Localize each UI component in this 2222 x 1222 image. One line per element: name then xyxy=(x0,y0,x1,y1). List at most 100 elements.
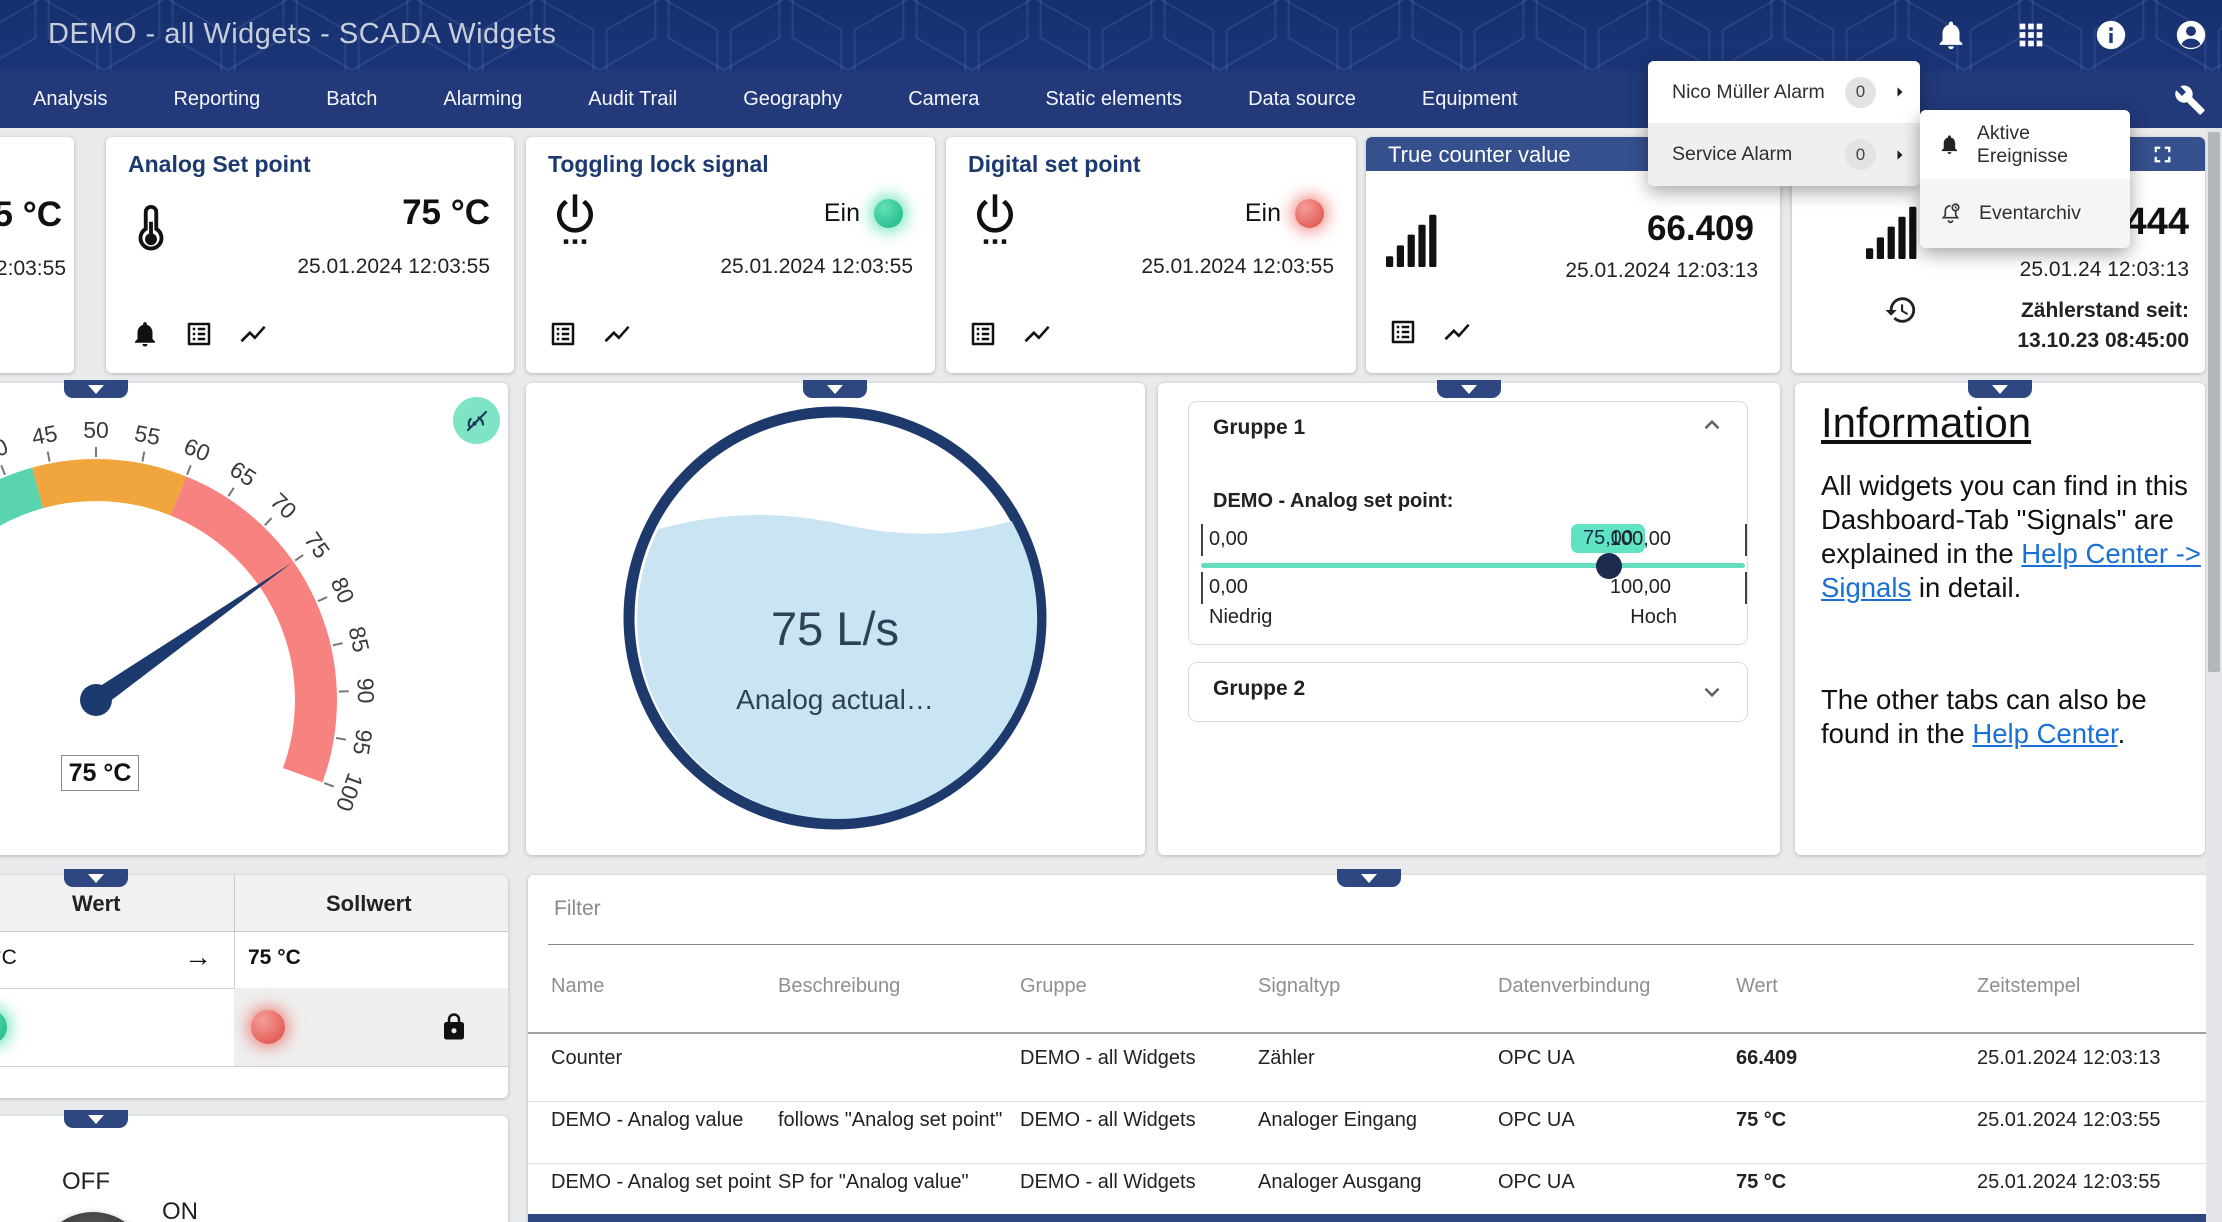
collapse-handle[interactable] xyxy=(64,1110,128,1128)
tab-audit-trail[interactable]: Audit Trail xyxy=(555,71,710,128)
collapse-handle[interactable] xyxy=(1437,380,1501,398)
tab-static-elements[interactable]: Static elements xyxy=(1012,71,1215,128)
timestamp: 25.01.24 12:03:13 xyxy=(2020,258,2189,282)
cell-zeitstempel: 25.01.2024 12:03:55 xyxy=(1977,1171,2161,1194)
account-user-icon[interactable] xyxy=(2174,18,2208,52)
filter-input[interactable] xyxy=(554,897,1154,921)
trend-chart-icon[interactable] xyxy=(602,319,632,349)
list-icon[interactable] xyxy=(184,319,214,349)
trend-chart-icon[interactable] xyxy=(1442,317,1472,347)
signal-toggle-button[interactable] xyxy=(453,397,500,444)
tank-label: Analog actual… xyxy=(736,684,934,715)
tab-analysis[interactable]: Analysis xyxy=(0,71,140,128)
col-signaltyp[interactable]: Signaltyp xyxy=(1258,975,1340,998)
widget-rotary-switch: OFF ON xyxy=(0,1116,508,1222)
cell-zeitstempel: 25.01.2024 12:03:13 xyxy=(1977,1047,2161,1070)
scrollbar-thumb[interactable] xyxy=(2208,132,2220,672)
collapse-handle[interactable] xyxy=(1968,380,2032,398)
arrow-right-icon: → xyxy=(184,941,212,973)
power-icon xyxy=(968,189,1022,247)
group-title: Gruppe 2 xyxy=(1213,677,1305,701)
submenu-arrow-icon xyxy=(1890,145,1910,165)
svg-text:90: 90 xyxy=(352,677,379,703)
menu-item-service-alarm[interactable]: Service Alarm 0 xyxy=(1648,123,1920,186)
timestamp: 25.01.2024 12:03:13 xyxy=(1565,259,1758,283)
range-max-label: 100,00 xyxy=(1610,576,1671,599)
svg-text:85: 85 xyxy=(344,624,375,655)
menu-item-nico-mueller-alarm[interactable]: Nico Müller Alarm 0 xyxy=(1648,61,1920,123)
collapse-handle[interactable] xyxy=(1337,869,1401,887)
group-title: Gruppe 1 xyxy=(1213,416,1305,440)
timestamp: 25.01.2024 12:03:55 xyxy=(297,255,490,279)
group-2-section: Gruppe 2 xyxy=(1188,662,1748,722)
menu-item-eventarchiv[interactable]: Eventarchiv xyxy=(1920,179,2130,248)
rotary-knob[interactable] xyxy=(37,1212,149,1222)
info-heading: Information xyxy=(1821,399,2031,447)
info-paragraph-2: The other tabs can also be found in the … xyxy=(1821,683,2207,751)
cell-wert: 75 °C xyxy=(1736,1109,1786,1132)
group-1-section: Gruppe 1 DEMO - Analog set point: 0,00 7… xyxy=(1188,401,1748,645)
col-beschreibung[interactable]: Beschreibung xyxy=(778,975,900,998)
cell-wert: 75 °C xyxy=(1736,1171,1786,1194)
list-icon[interactable] xyxy=(1388,317,1418,347)
tab-data-source[interactable]: Data source xyxy=(1215,71,1389,128)
timestamp: 25.01.2024 12:03:55 xyxy=(720,255,913,279)
setpoint-slider[interactable] xyxy=(1201,563,1745,568)
list-icon[interactable] xyxy=(968,319,998,349)
value-text: 66.409 xyxy=(1647,209,1754,249)
trend-chart-icon[interactable] xyxy=(1022,319,1052,349)
cell-gruppe: DEMO - all Widgets xyxy=(1020,1047,1196,1070)
bell-clock-icon xyxy=(1938,201,1963,226)
svg-text:80: 80 xyxy=(326,573,360,607)
tab-reporting[interactable]: Reporting xyxy=(140,71,293,128)
slider-min-label: 0,00 xyxy=(1209,528,1248,551)
alarm-bell-icon[interactable] xyxy=(130,319,160,349)
widget-tank: 75 L/s Analog actual… xyxy=(526,383,1145,855)
tab-geography[interactable]: Geography xyxy=(710,71,875,128)
chevron-down-icon[interactable] xyxy=(1699,679,1725,705)
lock-icon xyxy=(439,1012,469,1042)
cell-name: DEMO - Analog value xyxy=(551,1109,743,1132)
tab-equipment[interactable]: Equipment xyxy=(1389,71,1551,128)
cell-datenverbindung: OPC UA xyxy=(1498,1047,1575,1070)
svg-text:55: 55 xyxy=(132,420,162,450)
chevron-up-icon[interactable] xyxy=(1699,412,1725,438)
collapse-handle[interactable] xyxy=(64,869,128,887)
svg-text:40: 40 xyxy=(0,433,12,467)
wrench-icon[interactable] xyxy=(2174,84,2206,116)
col-name[interactable]: Name xyxy=(551,975,604,998)
menu-item-label: Nico Müller Alarm xyxy=(1672,81,1825,104)
signal-bars-icon xyxy=(1866,203,1920,261)
col-gruppe[interactable]: Gruppe xyxy=(1020,975,1087,998)
vertical-scrollbar[interactable] xyxy=(2206,128,2222,1222)
menu-item-aktive-ereignisse[interactable]: Aktive Ereignisse xyxy=(1920,110,2130,179)
fullscreen-expand-icon[interactable] xyxy=(2149,141,2176,168)
col-wert[interactable]: Wert xyxy=(1736,975,1778,998)
widget-information: Information All widgets you can find in … xyxy=(1795,383,2205,855)
notifications-bell-icon[interactable] xyxy=(1934,18,1968,52)
value-text: 75 °C xyxy=(0,195,62,235)
collapse-handle[interactable] xyxy=(803,380,867,398)
widget-title: Analog Set point xyxy=(128,151,311,178)
tab-alarming[interactable]: Alarming xyxy=(410,71,555,128)
history-icon[interactable] xyxy=(1884,293,1918,327)
cell-signaltyp: Analoger Eingang xyxy=(1258,1109,1417,1132)
info-icon[interactable] xyxy=(2094,18,2128,52)
tab-batch[interactable]: Batch xyxy=(293,71,410,128)
gauge-needle-hub xyxy=(80,684,112,716)
widget-analog-set-point: Analog Set point 75 °C 25.01.2024 12:03:… xyxy=(106,137,514,373)
col-datenverbindung[interactable]: Datenverbindung xyxy=(1498,975,1650,998)
col-zeitstempel[interactable]: Zeitstempel xyxy=(1977,975,2080,998)
range-max-tick xyxy=(1745,572,1747,604)
gauge-needle xyxy=(91,563,292,708)
cell-beschreibung: SP for "Analog value" xyxy=(778,1171,969,1194)
widget-value-table: Wert Sollwert 75 °C → 75 °C xyxy=(0,875,508,1098)
trend-chart-icon[interactable] xyxy=(238,319,268,349)
state-text: Ein xyxy=(1245,199,1281,228)
tab-camera[interactable]: Camera xyxy=(875,71,1012,128)
help-center-link[interactable]: Help Center xyxy=(1972,718,2117,749)
collapse-handle[interactable] xyxy=(64,380,128,398)
svg-text:75: 75 xyxy=(299,527,335,563)
list-icon[interactable] xyxy=(548,319,578,349)
apps-grid-icon[interactable] xyxy=(2014,18,2048,52)
